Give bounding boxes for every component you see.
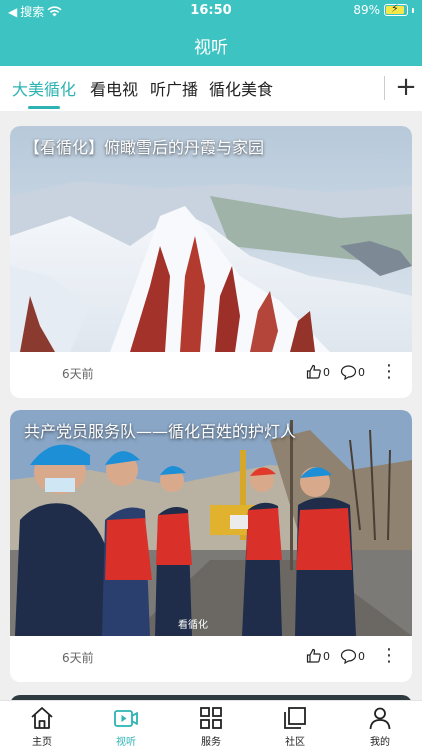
tab-watch-tv[interactable]: 看电视 xyxy=(90,76,138,100)
comment-button[interactable]: 0 xyxy=(340,648,365,664)
nav-video[interactable]: 视听 xyxy=(96,705,156,749)
grid-icon xyxy=(200,707,222,729)
like-button[interactable]: 0 xyxy=(306,648,330,664)
video-title: 【看循化】俯瞰雪后的丹霞与家园 xyxy=(24,138,265,157)
nav-community[interactable]: 社区 xyxy=(265,705,325,749)
video-title: 共产党员服务队——循化百姓的护灯人 xyxy=(24,422,297,441)
card-footer: 6天前 0 0 ⋮ xyxy=(10,636,412,682)
video-thumbnail[interactable]: 看循化 共产党员服务队——循化百姓的护灯人 xyxy=(10,410,412,636)
like-count: 0 xyxy=(323,649,330,663)
tab-food[interactable]: 循化美食 xyxy=(209,76,273,100)
app-header: ◀ 搜索 16:50 89% ⚡ 视听 xyxy=(0,0,422,66)
battery-tip xyxy=(412,7,414,13)
like-button[interactable]: 0 xyxy=(306,364,330,380)
like-count: 0 xyxy=(323,365,330,379)
power-service-team-image: 看循化 xyxy=(10,410,412,636)
nav-label: 服务 xyxy=(201,737,221,748)
page-title: 视听 xyxy=(194,38,228,58)
comment-bubble-icon xyxy=(340,365,357,380)
profile-icon xyxy=(369,707,391,730)
battery-icon: ⚡ xyxy=(384,2,408,16)
nav-home[interactable]: 主页 xyxy=(12,705,72,749)
add-tab-plus-icon[interactable]: + xyxy=(394,72,418,102)
bottom-nav: 主页 视听 服务 社区 我的 xyxy=(0,700,422,750)
battery-percent: 89% xyxy=(353,3,380,17)
nav-profile[interactable]: 我的 xyxy=(350,705,410,749)
comment-button[interactable]: 0 xyxy=(340,364,365,380)
status-right: 89% ⚡ xyxy=(353,2,414,17)
charging-bolt-icon: ⚡ xyxy=(391,2,399,15)
video-watermark: 看循化 xyxy=(178,618,208,631)
comment-bubble-icon xyxy=(340,649,357,664)
nav-label: 社区 xyxy=(285,737,305,748)
category-tabs: 大美循化 看电视 听广播 循化美食 + xyxy=(0,66,422,111)
thumbs-up-icon xyxy=(306,364,321,379)
active-tab-indicator xyxy=(28,106,60,109)
snowy-danxia-landscape-image xyxy=(10,126,412,352)
card-footer: 6天前 0 0 ⋮ xyxy=(10,352,412,398)
comment-count: 0 xyxy=(358,649,365,663)
video-card[interactable]: 【看循化】俯瞰雪后的丹霞与家园 6天前 0 0 ⋮ xyxy=(10,126,412,398)
nav-services[interactable]: 服务 xyxy=(181,705,241,749)
home-icon xyxy=(31,707,53,729)
post-date: 6天前 xyxy=(62,367,94,381)
comment-count: 0 xyxy=(358,365,365,379)
status-bar: ◀ 搜索 16:50 89% ⚡ xyxy=(0,0,422,22)
more-options-icon[interactable]: ⋮ xyxy=(380,362,398,384)
community-icon xyxy=(284,707,306,729)
video-thumbnail[interactable]: 【看循化】俯瞰雪后的丹霞与家园 xyxy=(10,126,412,352)
tab-radio[interactable]: 听广播 xyxy=(150,76,198,100)
post-date: 6天前 xyxy=(62,651,94,665)
video-card[interactable]: 看循化 共产党员服务队——循化百姓的护灯人 6天前 0 0 ⋮ xyxy=(10,410,412,682)
more-options-icon[interactable]: ⋮ xyxy=(380,646,398,668)
tabs-divider xyxy=(384,76,385,100)
tab-daimei-xunhua[interactable]: 大美循化 xyxy=(12,76,76,100)
video-icon xyxy=(114,710,138,727)
nav-label: 视听 xyxy=(116,737,136,748)
thumbs-up-icon xyxy=(306,648,321,663)
nav-label: 主页 xyxy=(32,737,52,748)
nav-label: 我的 xyxy=(370,737,390,748)
